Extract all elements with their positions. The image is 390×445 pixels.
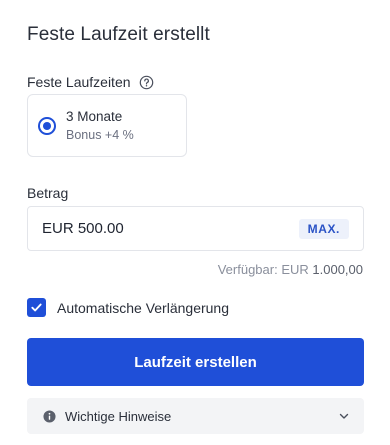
auto-renew-row[interactable]: Automatische Verlängerung xyxy=(27,298,229,317)
term-option-3-months[interactable]: 3 Monate Bonus +4 % xyxy=(27,94,187,157)
available-value: 1.000,00 xyxy=(312,262,363,277)
chevron-down-icon xyxy=(339,413,349,419)
available-prefix: Verfügbar: EUR xyxy=(217,262,309,277)
check-icon xyxy=(31,303,42,312)
term-name: 3 Monate xyxy=(66,109,123,124)
available-balance: Verfügbar: EUR 1.000,00 xyxy=(218,262,363,277)
auto-renew-checkbox[interactable] xyxy=(27,298,46,317)
notes-label: Wichtige Hinweise xyxy=(65,408,172,424)
help-icon[interactable] xyxy=(139,75,154,90)
radio-selected-dot xyxy=(43,121,51,130)
radio-button[interactable] xyxy=(38,116,56,135)
term-bonus: Bonus +4 % xyxy=(66,128,134,142)
terms-section-label: Feste Laufzeiten xyxy=(27,74,154,90)
amount-label: Betrag xyxy=(27,185,69,201)
info-icon xyxy=(43,409,56,423)
terms-label: Feste Laufzeiten xyxy=(27,74,131,90)
auto-renew-label: Automatische Verlängerung xyxy=(57,299,229,316)
amount-input[interactable] xyxy=(42,220,242,237)
page-title: Feste Laufzeit erstellt xyxy=(27,24,210,45)
important-notes-accordion[interactable]: Wichtige Hinweise xyxy=(27,398,364,434)
create-term-button[interactable]: Laufzeit erstellen xyxy=(27,338,364,386)
amount-field[interactable]: MAX. xyxy=(27,206,364,251)
max-button[interactable]: MAX. xyxy=(298,218,349,239)
